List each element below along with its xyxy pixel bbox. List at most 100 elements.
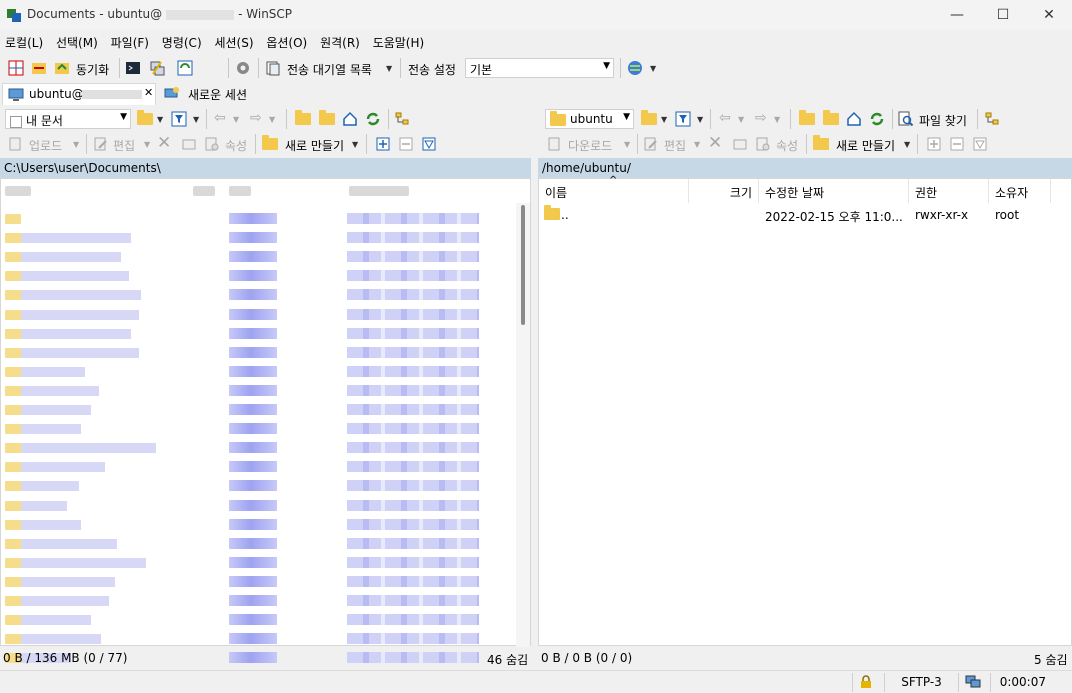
table-row[interactable] <box>1 247 515 266</box>
root-directory-icon[interactable] <box>822 110 840 128</box>
menu-commands[interactable]: 명령(C) <box>157 31 206 51</box>
console-icon[interactable] <box>124 59 142 77</box>
table-row[interactable] <box>1 610 515 629</box>
table-row[interactable] <box>1 305 515 324</box>
menu-select[interactable]: 선택(M) <box>51 31 102 51</box>
tree-view-icon[interactable] <box>393 110 411 128</box>
select-all-icon[interactable] <box>374 135 392 153</box>
select-all-icon[interactable] <box>925 135 943 153</box>
column-header[interactable] <box>349 186 409 196</box>
tab-new-session[interactable]: 새로운 세션 <box>160 83 260 105</box>
remote-location-select[interactable]: ubuntu ▼ <box>545 109 634 129</box>
close-tab-icon[interactable]: ✕ <box>144 86 153 99</box>
table-row[interactable] <box>1 324 515 343</box>
column-header-rights[interactable]: 권한 <box>909 179 989 203</box>
filter-select-icon[interactable] <box>971 135 989 153</box>
table-row[interactable] <box>1 266 515 285</box>
globe-icon[interactable] <box>626 59 644 77</box>
chevron-down-icon[interactable]: ▼ <box>624 140 630 149</box>
back-icon[interactable]: ⇦ <box>719 110 731 126</box>
table-row[interactable] <box>1 438 515 457</box>
home-icon[interactable] <box>341 110 359 128</box>
synchronize-browsing-icon[interactable] <box>30 59 48 77</box>
chevron-down-icon[interactable]: ▼ <box>352 140 358 149</box>
compare-directories-icon[interactable] <box>7 59 25 77</box>
chevron-down-icon[interactable]: ▼ <box>233 115 239 124</box>
upload-label[interactable]: 업로드 <box>29 137 62 154</box>
column-header[interactable] <box>193 186 215 196</box>
menu-local[interactable]: 로컬(L) <box>0 31 47 51</box>
new-folder-icon[interactable] <box>261 135 279 153</box>
chevron-down-icon[interactable]: ▼ <box>694 140 700 149</box>
minimize-button[interactable]: — <box>934 0 980 30</box>
table-row[interactable] <box>1 228 515 247</box>
chevron-down-icon[interactable]: ▼ <box>904 140 910 149</box>
delete-icon[interactable]: ✕ <box>157 133 171 153</box>
table-row[interactable] <box>1 285 515 304</box>
chevron-down-icon[interactable]: ▼ <box>774 115 780 124</box>
refresh-queue-icon[interactable] <box>176 59 194 77</box>
local-scrollbar[interactable] <box>516 203 530 647</box>
parent-directory-icon[interactable] <box>294 110 312 128</box>
gear-icon[interactable] <box>234 59 252 77</box>
queue-list-label[interactable]: 전송 대기열 목록 <box>287 61 372 78</box>
new-label[interactable]: 새로 만들기 <box>836 137 895 154</box>
menu-session[interactable]: 세션(S) <box>209 31 257 51</box>
download-icon[interactable] <box>546 135 564 153</box>
chevron-down-icon[interactable]: ▼ <box>386 64 392 73</box>
column-header-modified[interactable]: 수정한 날짜 <box>759 179 909 203</box>
upload-icon[interactable] <box>7 135 25 153</box>
forward-icon[interactable]: ⇨ <box>250 110 262 126</box>
synchronize-label[interactable]: 동기화 <box>76 61 109 78</box>
rename-icon[interactable] <box>731 135 749 153</box>
table-row[interactable] <box>1 496 515 515</box>
column-header[interactable] <box>5 186 31 196</box>
chevron-down-icon[interactable]: ▼ <box>144 140 150 149</box>
edit-label[interactable]: 편집 <box>664 137 686 154</box>
table-row[interactable] <box>1 419 515 438</box>
deselect-icon[interactable] <box>397 135 415 153</box>
table-row[interactable] <box>1 572 515 591</box>
lock-icon[interactable] <box>852 673 884 692</box>
new-label[interactable]: 새로 만들기 <box>285 137 344 154</box>
table-row[interactable] <box>1 515 515 534</box>
tree-view-icon[interactable] <box>983 110 1001 128</box>
table-row[interactable] <box>1 591 515 610</box>
table-row[interactable] <box>1 457 515 476</box>
filter-icon[interactable] <box>674 110 692 128</box>
column-header-name[interactable]: 이름 ^ <box>539 175 689 203</box>
menu-options[interactable]: 옵션(O) <box>261 31 311 51</box>
new-folder-icon[interactable] <box>812 135 830 153</box>
table-row[interactable] <box>1 343 515 362</box>
chevron-down-icon[interactable]: ▼ <box>73 140 79 149</box>
chevron-down-icon[interactable]: ▼ <box>157 115 163 124</box>
chevron-down-icon[interactable]: ▼ <box>661 115 667 124</box>
edit-icon[interactable] <box>642 135 660 153</box>
menu-file[interactable]: 파일(F) <box>106 31 153 51</box>
open-folder-icon[interactable] <box>136 110 154 128</box>
column-header-size[interactable]: 크기 <box>689 179 759 203</box>
table-row[interactable] <box>1 381 515 400</box>
local-path-bar[interactable]: C:\Users\user\Documents\ <box>0 158 531 178</box>
table-row[interactable]: .. 2022-02-15 오후 11:0... rwxr-xr-x root <box>539 205 1051 225</box>
parent-directory-icon[interactable] <box>798 110 816 128</box>
rename-icon[interactable] <box>180 135 198 153</box>
menu-help[interactable]: 도움말(H) <box>368 31 429 51</box>
chevron-down-icon[interactable]: ▼ <box>738 115 744 124</box>
table-row[interactable] <box>1 476 515 495</box>
chevron-down-icon[interactable]: ▼ <box>269 115 275 124</box>
properties-label[interactable]: 속성 <box>776 137 798 154</box>
local-file-list[interactable] <box>0 178 531 664</box>
find-files-label[interactable]: 파일 찾기 <box>919 112 967 129</box>
transfer-preset-select[interactable]: 기본 ▼ <box>465 58 614 78</box>
table-row[interactable] <box>1 553 515 572</box>
download-label[interactable]: 다운로드 <box>568 137 612 154</box>
find-files-icon[interactable] <box>897 110 915 128</box>
remote-file-list[interactable]: 이름 ^ 크기 수정한 날짜 권한 소유자 .. 2022-02-15 오후 11… <box>538 175 1072 646</box>
table-row[interactable] <box>1 534 515 553</box>
close-button[interactable]: ✕ <box>1026 0 1072 30</box>
open-folder-icon[interactable] <box>640 110 658 128</box>
tab-session-ubuntu[interactable]: ubuntu@ ✕ <box>2 83 156 105</box>
edit-icon[interactable] <box>92 135 110 153</box>
filter-icon[interactable] <box>170 110 188 128</box>
